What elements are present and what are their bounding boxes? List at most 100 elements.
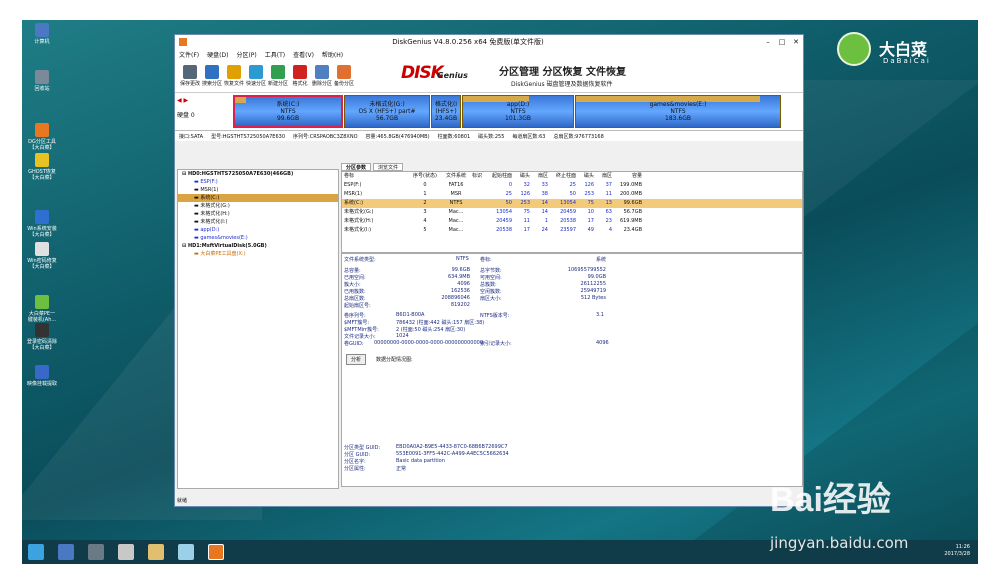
tree-node[interactable]: ▬ 未格式化(H:)	[178, 210, 338, 218]
banner-subtitle: DiskGenius 磁盘管理及数据恢复软件	[511, 81, 613, 88]
table-cell: 25	[569, 182, 576, 188]
toolbar-button[interactable]: 格式化	[289, 64, 311, 87]
detail-key: 总字节数:	[480, 268, 502, 274]
toolbar-label: 快速分区	[245, 80, 266, 87]
partition-size: 183.6GB	[665, 115, 691, 122]
table-cell: 0	[423, 182, 427, 188]
tree-node[interactable]: ▬ app(D:)	[178, 226, 338, 234]
tree-node[interactable]: ⊟ HD0:HGSTHTS725050A7E630(466GB)	[178, 170, 338, 178]
detail-value: 4096	[457, 281, 470, 287]
tools-icon[interactable]	[88, 544, 104, 560]
column-header: 卷标	[344, 173, 355, 179]
partition-name: games&movies(E:)	[649, 101, 707, 108]
toolbar-button[interactable]: 保存更改	[179, 64, 201, 87]
partition-size: 99.6GB	[276, 115, 300, 122]
menu-bar: 文件(F) 硬盘(D) 分区(P) 工具(T) 查看(V) 帮助(H)	[175, 49, 803, 59]
detail-key: 空闲簇数:	[480, 289, 502, 295]
partition-block[interactable]: 系统(C:) NTFS 99.6GB	[233, 95, 343, 128]
tree-node[interactable]: ▬ 未格式化(I:)	[178, 218, 338, 226]
table-cell: NTFS	[449, 200, 463, 206]
table-row[interactable]: 未格式化(H:) 4 Mac... 20459 11 1 20538 17 23 619.9MB	[342, 217, 802, 226]
partition-name: 格式化(I	[434, 101, 458, 108]
partition-block[interactable]: games&movies(E:) NTFS 183.6GB	[575, 95, 781, 128]
desktop-icon[interactable]: Win系统安装 【大白菜】	[26, 210, 58, 238]
partition-block[interactable]: 未格式化(G:) OS X (HFS+) part# 56.7GB	[344, 95, 430, 128]
eraser-icon[interactable]	[118, 544, 134, 560]
detail-value: 553E0091-3FF5-442C-A499-A4EC5C5662634	[396, 451, 509, 457]
table-cell: 未格式化(H:)	[344, 218, 374, 224]
detail-key: 卷序列号:	[344, 313, 366, 319]
tree-node[interactable]: ▬ 系统(C:)	[178, 194, 338, 202]
detail-value: 786432 (柱面:442 磁头:157 扇区:38)	[396, 320, 485, 326]
table-cell: 24	[541, 227, 548, 233]
table-cell	[472, 217, 486, 226]
tab-partition-params[interactable]: 分区参数	[341, 163, 372, 171]
table-cell	[472, 181, 486, 190]
detail-key: 文件系统类型:	[344, 257, 376, 263]
partition-block[interactable]: 格式化(I (HFS+) 23.4GB	[431, 95, 461, 128]
tree-node[interactable]: ▬ 大白菜PE工具盘(X:)	[178, 250, 338, 258]
tree-node[interactable]: ▬ games&movies(E:)	[178, 234, 338, 242]
maximize-icon[interactable]: □	[775, 38, 789, 46]
table-row[interactable]: 未格式化(G:) 3 Mac... 13054 75 14 20459 10 63 56.7GB	[342, 208, 802, 217]
table-row[interactable]: 未格式化(I:) 5 Mac... 20538 17 24 23597 49 4 23.4GB	[342, 226, 802, 235]
partition-name: 系统(C:)	[276, 101, 300, 108]
table-cell: 4	[423, 218, 427, 224]
desktop-icon[interactable]: Win密码修复 【大白菜】	[26, 242, 58, 270]
tree-node-label: 系统(C:)	[200, 195, 220, 201]
desktop-icon[interactable]: 登录密码清除 【大白菜】	[26, 323, 58, 351]
toolbar-button[interactable]: 恢复文件	[223, 64, 245, 87]
tree-node[interactable]: ▬ MSR(1)	[178, 186, 338, 194]
table-cell: 4	[608, 227, 612, 233]
computer-icon[interactable]	[58, 544, 74, 560]
diskgenius-window[interactable]: DiskGenius V4.8.0.256 x64 免费版(单文件版) – □ …	[174, 34, 804, 507]
partition-block[interactable]: app(D:) NTFS 101.3GB	[462, 95, 574, 128]
desktop-icon[interactable]: DG分区工具 【大白菜】	[26, 123, 58, 151]
table-cell: 未格式化(G:)	[344, 209, 374, 215]
disk-info-line: 接口:SATA 型号:HGSTHTS725050A7E630 序列号:CRSPAOB…	[175, 131, 803, 141]
document-icon[interactable]	[178, 544, 194, 560]
table-cell: 37	[605, 182, 612, 188]
toolbar-button[interactable]: 删除分区	[311, 64, 333, 87]
baidu-watermark: Bai经验 jingyan.baidu.com	[770, 472, 908, 552]
toolbar-button[interactable]: 备份分区	[333, 64, 355, 87]
toolbar-icon	[227, 64, 241, 79]
close-icon[interactable]: ✕	[789, 38, 803, 46]
tree-node-label: 未格式化(G:)	[200, 203, 230, 209]
partition-tool-icon[interactable]	[148, 544, 164, 560]
desktop-icon[interactable]: 回收站	[26, 70, 58, 92]
start-icon[interactable]	[28, 544, 44, 560]
menu-item[interactable]: 工具(T)	[265, 50, 285, 59]
toolbar-button[interactable]: 快速分区	[245, 64, 267, 87]
tree-node-label: 未格式化(H:)	[200, 211, 230, 217]
diskgenius-task-icon[interactable]	[208, 544, 224, 560]
menu-item[interactable]: 硬盘(D)	[207, 50, 228, 59]
title-bar[interactable]: DiskGenius V4.8.0.256 x64 免费版(单文件版) – □ …	[175, 35, 803, 49]
table-row[interactable]: ESP(F:) 0 FAT16 0 32 33 25 126 37 199.0MB	[342, 181, 802, 190]
partition-table[interactable]: 卷标 序号(状态) 文件系统 标识 起始柱面 磁头 扇区 终止柱面 磁头 扇区 容量 ESP(F:) 0…	[341, 171, 803, 253]
column-header: 扇区	[537, 173, 548, 179]
tab-browse-files[interactable]: 浏览文件	[373, 163, 404, 171]
desktop-app-icon	[35, 153, 49, 167]
tree-node[interactable]: ▬ 未格式化(G:)	[178, 202, 338, 210]
desktop-icon[interactable]: GHOST恢复 【大白菜】	[26, 153, 58, 181]
nav-arrows-icon[interactable]: ◀ ▶	[177, 97, 231, 104]
menu-item[interactable]: 分区(P)	[236, 50, 256, 59]
disk-tree[interactable]: ⊟ HD0:HGSTHTS725050A7E630(466GB) ▬ ESP(F:…	[177, 169, 339, 489]
analyze-button[interactable]: 分析	[346, 354, 367, 365]
table-cell: Mac...	[448, 218, 464, 224]
toolbar-button[interactable]: 新建分区	[267, 64, 289, 87]
tree-node[interactable]: ⊟ HD1:MsftVirtualDisk(5.0GB)	[178, 242, 338, 250]
menu-item[interactable]: 查看(V)	[293, 50, 314, 59]
desktop-icon[interactable]: 映像挂载提取	[26, 365, 58, 387]
desktop-app-icon	[35, 365, 49, 379]
menu-item[interactable]: 文件(F)	[179, 50, 199, 59]
desktop-icon[interactable]: 计算机	[26, 23, 58, 45]
menu-item[interactable]: 帮助(H)	[322, 50, 343, 59]
table-row[interactable]: MSR(1) 1 MSR 25 126 38 50 253 11 200.0MB	[342, 190, 802, 199]
tree-node[interactable]: ▬ ESP(F:)	[178, 178, 338, 186]
toolbar-button[interactable]: 搜索分区	[201, 64, 223, 87]
desktop-icon[interactable]: 大白菜PE一 键装机(Ah...	[26, 295, 58, 323]
minimize-icon[interactable]: –	[761, 38, 775, 46]
table-row[interactable]: 系统(C:) 2 NTFS 50 253 14 13054 75 13 99.6GB	[342, 199, 802, 208]
